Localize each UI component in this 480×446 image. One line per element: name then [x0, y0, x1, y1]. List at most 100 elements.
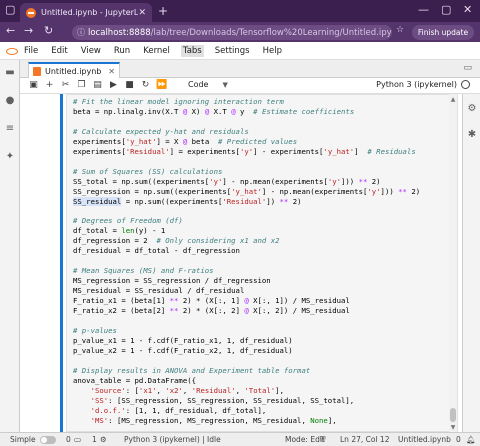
- code-line[interactable]: # Degrees of Freedom (df): [73, 216, 420, 226]
- code-line[interactable]: # Calculate expected y-hat and residuals: [73, 127, 420, 137]
- browser-tab[interactable]: Untitled.ipynb - JupyterLab ✕: [20, 3, 152, 22]
- finish-update-button[interactable]: Finish update: [412, 25, 474, 40]
- insert-cell-icon[interactable]: +: [44, 80, 55, 90]
- browser-titlebar: ▢ Untitled.ipynb - JupyterLab ✕ + — ▢ ✕: [0, 0, 480, 22]
- tab-actions-icon[interactable]: ▢: [5, 3, 15, 16]
- code-line[interactable]: df_total = len(y) - 1: [73, 226, 420, 236]
- code-line[interactable]: beta = np.linalg.inv(X.T @ X) @ X.T @ y …: [73, 107, 420, 117]
- code-line[interactable]: [73, 256, 420, 266]
- menu-view[interactable]: View: [79, 45, 103, 57]
- code-line[interactable]: experiments['Residual'] = experiments['y…: [73, 147, 420, 157]
- status-bar: Simple 0 ▭ 1 ⚙ Python 3 (ipykernel) | Id…: [0, 432, 480, 446]
- menu-edit[interactable]: Edit: [49, 45, 69, 57]
- code-cell-editor[interactable]: # Fit the linear model ignoring interact…: [66, 94, 458, 432]
- code-line[interactable]: 'd.o.f.': [1, 1, df_residual, df_total],: [73, 406, 420, 416]
- address-toolbar: ← → ↻ ⓘ localhost:8888/lab/tree/Download…: [0, 22, 480, 42]
- minimize-icon[interactable]: —: [418, 3, 429, 16]
- code-line[interactable]: 'SS': [SS_regression, SS_regression, SS_…: [73, 396, 420, 406]
- menu-run[interactable]: Run: [112, 45, 132, 57]
- code-line[interactable]: F_ratio_x2 = (beta[2] ** 2) * (X[:, 2] @…: [73, 306, 420, 316]
- close-icon[interactable]: ✕: [138, 8, 146, 18]
- window-close-icon[interactable]: ✕: [463, 3, 472, 16]
- code-line[interactable]: F_ratio_x1 = (beta[1] ** 2) * (X[:, 1] @…: [73, 296, 420, 306]
- cursor-position[interactable]: Ln 27, Col 12: [340, 435, 389, 444]
- scroll-down-icon[interactable]: ▼: [449, 424, 457, 431]
- maximize-icon[interactable]: ▢: [441, 3, 451, 16]
- terminal-count[interactable]: 0: [66, 435, 71, 444]
- code-content[interactable]: # Fit the linear model ignoring interact…: [73, 97, 420, 425]
- debugger-icon[interactable]: ✱: [467, 130, 477, 140]
- bell-icon[interactable]: 🔔︎: [466, 435, 476, 444]
- shield-icon: ⛨: [320, 435, 326, 444]
- jupyter-menubar: File Edit View Run Kernel Tabs Settings …: [0, 42, 480, 60]
- code-line[interactable]: # p-values: [73, 326, 420, 336]
- scroll-up-icon[interactable]: ▲: [449, 96, 457, 103]
- back-icon[interactable]: ←: [6, 24, 15, 37]
- save-icon[interactable]: ▣: [28, 80, 39, 90]
- menu-file[interactable]: File: [22, 45, 40, 57]
- kernel-name: Python 3 (ipykernel): [376, 80, 457, 89]
- code-line[interactable]: SS_regression = np.sum((experiments['y_h…: [73, 187, 420, 197]
- notification-count[interactable]: 0: [456, 435, 461, 444]
- cell-type-select[interactable]: Code ▼: [188, 80, 228, 89]
- file-browser-icon[interactable]: ▬: [5, 68, 15, 78]
- code-line[interactable]: # Fit the linear model ignoring interact…: [73, 97, 420, 107]
- code-line[interactable]: [73, 157, 420, 167]
- code-line[interactable]: p_value_x1 = 1 - f.cdf(F_ratio_x1, 1, df…: [73, 336, 420, 346]
- code-line[interactable]: # Display results in ANOVA and Experimen…: [73, 366, 420, 376]
- forward-icon[interactable]: →: [24, 24, 33, 37]
- notebook-toolbar: ▣ + ✂ ❐ ▤ ▶ ■ ↻ ⏩ Code ▼ Python 3 (ipyke…: [20, 78, 480, 94]
- tab-list-icon[interactable]: ▭: [463, 63, 472, 73]
- close-tab-icon[interactable]: ✕: [108, 67, 115, 76]
- code-line[interactable]: # Mean Squares (MS) and F-ratios: [73, 266, 420, 276]
- code-line[interactable]: 'Source': ['x1', 'x2', 'Residual', 'Tota…: [73, 386, 420, 396]
- code-line[interactable]: [73, 356, 420, 366]
- code-line[interactable]: MS_residual = SS_residual / df_residual: [73, 286, 420, 296]
- code-line[interactable]: # Sum of Squares (SS) calculations: [73, 167, 420, 177]
- site-info-icon[interactable]: ⓘ: [77, 27, 85, 38]
- code-line[interactable]: df_residual = df_total - df_regression: [73, 246, 420, 256]
- url-bar[interactable]: ⓘ localhost:8888/lab/tree/Downloads/Tens…: [72, 25, 392, 40]
- bookmark-icon[interactable]: ☆: [396, 25, 404, 35]
- code-line[interactable]: p_value_x2 = 1 - f.cdf(F_ratio_x2, 1, df…: [73, 346, 420, 356]
- code-line[interactable]: [73, 206, 420, 216]
- code-line[interactable]: SS_residual = np.sum((experiments['Resid…: [73, 196, 420, 207]
- run-icon[interactable]: ▶: [108, 80, 119, 90]
- paste-icon[interactable]: ▤: [92, 80, 103, 90]
- url-host: localhost:8888: [88, 27, 151, 38]
- reload-icon[interactable]: ↻: [44, 24, 53, 37]
- property-inspector-icon[interactable]: ⚙: [467, 104, 477, 114]
- code-line[interactable]: experiments['y_hat'] = X @ beta # Predic…: [73, 137, 420, 147]
- code-line[interactable]: [73, 117, 420, 127]
- kernel-indicator[interactable]: Python 3 (ipykernel): [376, 80, 470, 89]
- notebook-icon: [33, 66, 41, 76]
- menu-settings[interactable]: Settings: [213, 45, 252, 57]
- kernel-status[interactable]: Python 3 (ipykernel) | Idle: [124, 435, 221, 444]
- restart-run-all-icon[interactable]: ⏩: [156, 80, 167, 90]
- browser-tab-title: Untitled.ipynb - JupyterLab: [41, 8, 139, 17]
- kernel-count[interactable]: 1: [92, 435, 97, 444]
- code-line[interactable]: 'MS': [MS_regression, MS_regression, MS_…: [73, 416, 420, 426]
- new-tab-icon[interactable]: +: [158, 4, 168, 18]
- right-sidebar: ⚙ ✱: [462, 94, 480, 432]
- terminal-icon: ▭: [74, 435, 82, 444]
- code-line[interactable]: SS_total = np.sum((experiments['y'] - np…: [73, 177, 420, 187]
- code-line[interactable]: MS_regression = SS_regression / df_regre…: [73, 276, 420, 286]
- restart-icon[interactable]: ↻: [140, 80, 151, 90]
- scrollbar-thumb[interactable]: [450, 408, 456, 422]
- extensions-icon[interactable]: ✦: [5, 152, 15, 162]
- menu-tabs[interactable]: Tabs: [180, 45, 204, 57]
- simple-mode-toggle[interactable]: [40, 436, 56, 444]
- interrupt-icon[interactable]: ■: [124, 80, 135, 90]
- menu-kernel[interactable]: Kernel: [141, 45, 172, 57]
- copy-icon[interactable]: ❐: [76, 80, 87, 90]
- scrollbar[interactable]: [449, 94, 457, 432]
- code-line[interactable]: [73, 316, 420, 326]
- menu-help[interactable]: Help: [261, 45, 284, 57]
- code-line[interactable]: anova_table = pd.DataFrame({: [73, 376, 420, 386]
- notebook-tab[interactable]: Untitled.ipynb ✕: [28, 62, 120, 78]
- table-of-contents-icon[interactable]: ≡: [5, 124, 15, 134]
- code-line[interactable]: df_regression = 2 # Only considering x1 …: [73, 236, 420, 246]
- cut-icon[interactable]: ✂: [60, 80, 71, 90]
- running-sessions-icon[interactable]: ●: [5, 96, 15, 106]
